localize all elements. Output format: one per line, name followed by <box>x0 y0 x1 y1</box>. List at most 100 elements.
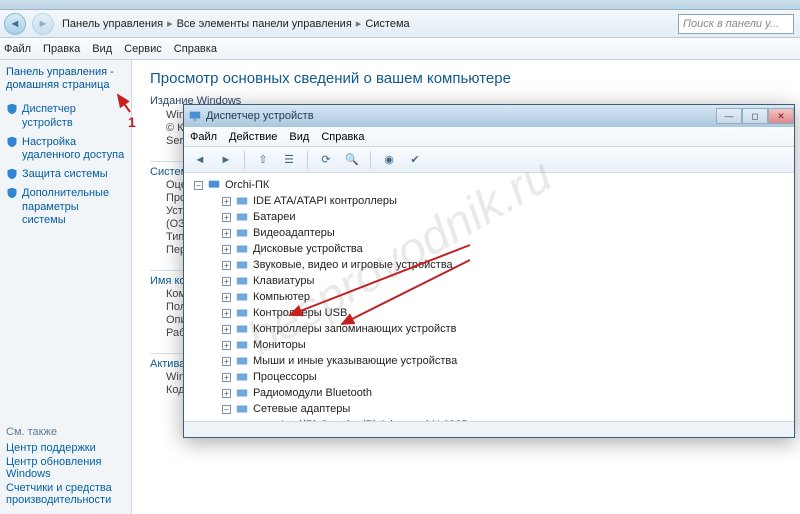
device-category[interactable]: +Контроллеры USB <box>222 305 794 321</box>
dm-menu-view[interactable]: Вид <box>289 131 309 143</box>
device-category[interactable]: +Мыши и иные указывающие устройства <box>222 353 794 369</box>
category-icon <box>235 322 249 336</box>
dm-menu-action[interactable]: Действие <box>229 131 277 143</box>
dm-menu-help[interactable]: Справка <box>321 131 364 143</box>
device-category[interactable]: +Звуковые, видео и игровые устройства <box>222 257 794 273</box>
menu-tools[interactable]: Сервис <box>124 43 162 55</box>
tree-root[interactable]: – Orchi-ПК <box>194 177 794 193</box>
control-panel-home-link[interactable]: Панель управления - домашняя страница <box>6 66 125 92</box>
device-category[interactable]: –Сетевые адаптеры <box>222 401 794 417</box>
forward-icon[interactable]: ► <box>218 152 234 168</box>
breadcrumb-item[interactable]: Все элементы панели управления <box>177 18 352 30</box>
device-category[interactable]: +Радиомодули Bluetooth <box>222 385 794 401</box>
close-button[interactable]: ✕ <box>768 108 794 124</box>
tasks-sidebar: Панель управления - домашняя страница Ди… <box>0 60 132 514</box>
breadcrumb[interactable]: Панель управления▸ Все элементы панели у… <box>62 17 410 30</box>
annotation-number-1: 1 <box>128 114 136 130</box>
shield-icon <box>6 168 18 180</box>
device-category[interactable]: +Процессоры <box>222 369 794 385</box>
back-icon[interactable]: ◄ <box>192 152 208 168</box>
page-title: Просмотр основных сведений о вашем компь… <box>150 70 794 87</box>
sidebar-advanced-settings[interactable]: Дополнительные параметры системы <box>6 187 125 227</box>
dm-toolbar: ◄ ► ⇧ ☰ ⟳ 🔍 ◉ ✔ <box>184 147 794 173</box>
expand-icon[interactable]: + <box>222 229 231 238</box>
dm-title-text: Диспетчер устройств <box>206 110 314 122</box>
category-icon <box>235 258 249 272</box>
sidebar-remote-settings[interactable]: Настройка удаленного доступа <box>6 136 125 162</box>
expand-icon[interactable]: + <box>222 261 231 270</box>
category-icon <box>235 306 249 320</box>
forward-button[interactable]: ► <box>32 13 54 35</box>
category-icon <box>235 370 249 384</box>
expand-icon[interactable]: + <box>222 341 231 350</box>
menu-file[interactable]: Файл <box>4 43 31 55</box>
shield-icon <box>6 136 18 148</box>
maximize-button[interactable]: ◻ <box>742 108 768 124</box>
device-category[interactable]: +Клавиатуры <box>222 273 794 289</box>
dm-titlebar[interactable]: Диспетчер устройств — ◻ ✕ <box>184 105 794 127</box>
show-hidden-icon[interactable]: ◉ <box>381 152 397 168</box>
expand-icon[interactable]: + <box>222 357 231 366</box>
device-category[interactable]: +Мониторы <box>222 337 794 353</box>
device-tree[interactable]: – Orchi-ПК +IDE ATA/ATAPI контроллеры+Ба… <box>184 173 794 421</box>
breadcrumb-item[interactable]: Система <box>365 18 409 30</box>
dm-menu-bar: Файл Действие Вид Справка <box>184 127 794 147</box>
category-icon <box>235 402 249 416</box>
category-icon <box>235 226 249 240</box>
dm-status-bar <box>184 421 794 437</box>
computer-icon <box>207 178 221 192</box>
device-manager-icon <box>188 109 202 123</box>
device-category[interactable]: +Видеоадаптеры <box>222 225 794 241</box>
sidebar-system-protection[interactable]: Защита системы <box>6 168 125 181</box>
expand-icon[interactable]: + <box>222 309 231 318</box>
refresh-icon[interactable]: ⟳ <box>318 152 334 168</box>
search-input[interactable]: Поиск в панели у... <box>678 14 794 34</box>
scan-icon[interactable]: 🔍 <box>344 152 360 168</box>
category-icon <box>235 338 249 352</box>
expand-icon[interactable]: + <box>222 277 231 286</box>
expand-icon[interactable]: + <box>222 389 231 398</box>
properties-icon[interactable]: ☰ <box>281 152 297 168</box>
back-button[interactable]: ◄ <box>4 13 26 35</box>
sidebar-device-manager[interactable]: Диспетчер устройств <box>6 103 125 129</box>
device-category[interactable]: +Батареи <box>222 209 794 225</box>
menu-edit[interactable]: Правка <box>43 43 80 55</box>
link-action-center[interactable]: Центр поддержки <box>6 442 125 454</box>
category-icon <box>235 194 249 208</box>
category-icon <box>235 242 249 256</box>
category-icon <box>235 210 249 224</box>
shield-icon <box>6 187 18 199</box>
menu-view[interactable]: Вид <box>92 43 112 55</box>
category-icon <box>235 354 249 368</box>
menu-help[interactable]: Справка <box>174 43 217 55</box>
device-category[interactable]: +Контроллеры запоминающих устройств <box>222 321 794 337</box>
device-category[interactable]: +Дисковые устройства <box>222 241 794 257</box>
see-also-section: См. также Центр поддержки Центр обновлен… <box>6 426 125 508</box>
address-bar: ◄ ► Панель управления▸ Все элементы пане… <box>0 10 800 38</box>
expand-icon[interactable]: + <box>222 293 231 302</box>
device-manager-window: Диспетчер устройств — ◻ ✕ Файл Действие … <box>183 104 795 438</box>
device-category[interactable]: +Компьютер <box>222 289 794 305</box>
expand-icon[interactable]: – <box>222 405 231 414</box>
parent-menu-bar: Файл Правка Вид Сервис Справка <box>0 38 800 60</box>
up-icon[interactable]: ⇧ <box>255 152 271 168</box>
enable-icon[interactable]: ✔ <box>407 152 423 168</box>
collapse-icon[interactable]: – <box>194 181 203 190</box>
expand-icon[interactable]: + <box>222 325 231 334</box>
expand-icon[interactable]: + <box>222 245 231 254</box>
device-category[interactable]: +IDE ATA/ATAPI контроллеры <box>222 193 794 209</box>
see-also-title: См. также <box>6 426 125 438</box>
expand-icon[interactable]: + <box>222 213 231 222</box>
shield-icon <box>6 103 18 115</box>
link-windows-update[interactable]: Центр обновления Windows <box>6 456 125 480</box>
breadcrumb-item[interactable]: Панель управления <box>62 18 163 30</box>
expand-icon[interactable]: + <box>222 197 231 206</box>
dm-menu-file[interactable]: Файл <box>190 131 217 143</box>
expand-icon[interactable]: + <box>222 373 231 382</box>
link-perf-tools[interactable]: Счетчики и средства производительности <box>6 482 125 506</box>
parent-titlebar <box>0 0 800 10</box>
minimize-button[interactable]: — <box>716 108 742 124</box>
category-icon <box>235 386 249 400</box>
category-icon <box>235 274 249 288</box>
category-icon <box>235 290 249 304</box>
